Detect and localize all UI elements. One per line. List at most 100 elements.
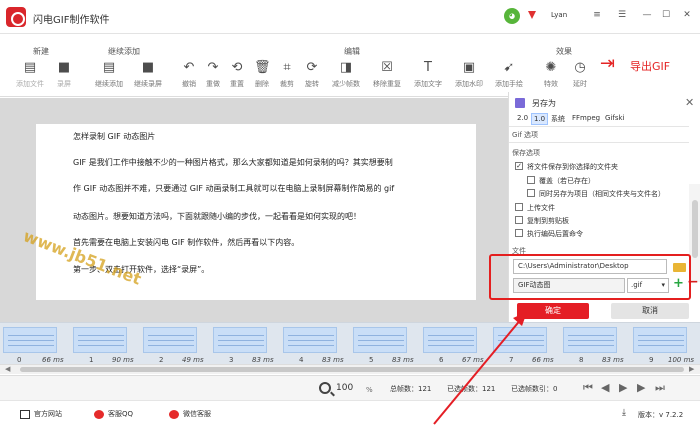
rotate-button[interactable]: ⟳ 旋转	[295, 60, 329, 89]
zoom-icon[interactable]	[319, 382, 331, 394]
scroll-right-icon[interactable]: ▶	[689, 365, 694, 373]
export-icon: ⇥	[600, 53, 616, 74]
dialog-close-icon[interactable]: ✕	[685, 96, 694, 109]
divider	[509, 126, 689, 127]
wechat-icon	[169, 409, 179, 419]
frame-scrollbar-thumb[interactable]	[20, 367, 684, 372]
frame-number: 0	[17, 356, 22, 364]
filename-input[interactable]: GIF动态图	[513, 278, 625, 293]
copy-clipboard-label: 复制到剪贴板	[527, 217, 569, 225]
reduce-frames-button[interactable]: ◨ 减少帧数	[329, 60, 363, 89]
tab-1-0[interactable]: 1.0	[531, 113, 549, 125]
app-title: 闪电GIF制作软件	[33, 15, 110, 26]
frame-number: 6	[439, 356, 444, 364]
last-frame-icon[interactable]: ⏭	[655, 381, 665, 395]
ok-button[interactable]: 确定	[517, 303, 589, 319]
frame-delay: 100 ms	[668, 356, 695, 364]
frame-number: 9	[649, 356, 654, 364]
extension-select[interactable]: .gif ▾	[627, 278, 669, 293]
tab-2-0[interactable]: 2.0	[517, 114, 528, 122]
frame-delay: 90 ms	[112, 356, 134, 364]
frame-thumbnail[interactable]	[633, 327, 687, 353]
delay-button[interactable]: ◷ 延时	[563, 60, 597, 89]
remove-icon[interactable]: −	[687, 275, 699, 289]
status-bar: 100 % 总帧数：121 已选帧数：121 已选帧数引：0 ⏮ ◀ ▶ ▶ ⏭	[0, 375, 700, 400]
prev-frame-icon[interactable]: ◀	[601, 381, 609, 394]
save-project-checkbox[interactable]	[527, 189, 535, 197]
tab-gifski[interactable]: Gifski	[605, 114, 624, 122]
first-frame-icon[interactable]: ⏮	[583, 381, 593, 395]
export-gif-button[interactable]: ⇥ 导出GIF	[600, 53, 684, 77]
toolbar: 新建 继续添加 编辑 效果 ▤ 添加文件 ■ 录屏 ▤ 继续添加 ■ 继续录屏 ↶ 撤销 …	[0, 35, 700, 97]
wechat-link[interactable]: 微信客服	[169, 409, 211, 419]
canvas-area[interactable]: 怎样录制 GIF 动态图片 GIF 是我们工作中接触不少的一种图片格式，那么大家…	[0, 98, 508, 322]
overwrite-label: 覆盖（若已存在）	[539, 177, 595, 185]
add-freehand-button[interactable]: ➹ 添加手绘	[492, 60, 526, 89]
dialog-title: 另存为	[532, 99, 556, 108]
frame-number: 5	[369, 356, 374, 364]
zoom-unit: %	[366, 386, 373, 394]
save-to-folder-checkbox[interactable]: ✓	[515, 162, 523, 170]
cancel-button[interactable]: 取消	[611, 303, 689, 319]
group-label-new: 新建	[33, 47, 49, 56]
title-bar: 闪电GIF制作软件 ◕ Lyan ≡ ☰ — ☐ ✕	[0, 0, 700, 34]
zoom-value[interactable]: 100	[336, 383, 353, 393]
continue-record-button[interactable]: ■ 继续录屏	[131, 60, 165, 89]
folder-icon[interactable]	[673, 263, 686, 272]
frame-thumbnail[interactable]	[143, 327, 197, 353]
minimize-icon[interactable]: —	[640, 8, 654, 22]
website-link[interactable]: 官方网站	[20, 409, 62, 419]
frame-thumbnail[interactable]	[353, 327, 407, 353]
frame-thumbnail[interactable]	[73, 327, 127, 353]
continue-add-button[interactable]: ▤ 继续添加	[92, 60, 126, 89]
frame-thumbnail[interactable]	[563, 327, 617, 353]
username: Lyan	[551, 11, 568, 19]
frame-thumbnail[interactable]	[283, 327, 337, 353]
gif-options-label[interactable]: Gif 选项	[512, 130, 538, 140]
avatar[interactable]: ◕	[504, 8, 520, 24]
frame-delay: 83 ms	[322, 356, 344, 364]
save-options-label: 保存选项	[512, 149, 540, 157]
copy-clipboard-checkbox[interactable]	[515, 216, 523, 224]
camera-icon: ■	[141, 60, 155, 75]
path-input[interactable]: C:\Users\Administrator\Desktop	[513, 259, 667, 274]
doc-line: 首先需要在电脑上安装闪电 GIF 制作软件，然后再看以下内容。	[73, 238, 300, 247]
maximize-icon[interactable]: ☐	[659, 8, 673, 22]
scroll-left-icon[interactable]: ◀	[5, 365, 10, 373]
remove-duplicates-button[interactable]: ☒ 移除重复	[370, 60, 404, 89]
footer: 官方网站 客服QQ 微信客服 ⤓ 版本：v 7.2.2	[0, 400, 700, 426]
add-watermark-button[interactable]: ▣ 添加水印	[452, 60, 486, 89]
frame-number: 1	[89, 356, 94, 364]
doc-line: 动态图片。想要知道方法吗，下面就跟随小编的步伐，一起看看是如何实现的吧！	[73, 212, 361, 221]
frame-thumbnail[interactable]	[213, 327, 267, 353]
frame-thumbnail[interactable]	[423, 327, 477, 353]
frame-delay: 67 ms	[462, 356, 484, 364]
user-area[interactable]: ◕ Lyan	[504, 8, 568, 24]
frame-number: 3	[229, 356, 234, 364]
frame-thumbnail[interactable]	[3, 327, 57, 353]
version-label: 版本：v 7.2.2	[638, 411, 684, 419]
dialog-scrollbar-thumb[interactable]	[692, 200, 698, 258]
play-icon[interactable]: ▶	[619, 381, 627, 394]
frame-scrollbar[interactable]: ◀ ▶	[0, 364, 700, 374]
close-icon[interactable]: ✕	[680, 8, 694, 22]
overwrite-checkbox[interactable]	[527, 176, 535, 184]
tab-system[interactable]: 系统	[551, 114, 565, 124]
record-button[interactable]: ■ 录屏	[47, 60, 81, 89]
skin-icon[interactable]: ≡	[590, 8, 604, 22]
download-icon[interactable]: ⤓	[622, 408, 626, 418]
add-icon[interactable]: +	[673, 277, 684, 290]
tab-ffmpeg[interactable]: FFmpeg	[572, 114, 600, 122]
add-file-button[interactable]: ▤ 添加文件	[13, 60, 47, 89]
save-to-folder-label: 将文件保存到你选择的文件夹	[527, 163, 618, 171]
run-command-checkbox[interactable]	[515, 229, 523, 237]
qq-link[interactable]: 客服QQ	[94, 409, 133, 419]
upload-checkbox[interactable]	[515, 203, 523, 211]
next-frame-icon[interactable]: ▶	[637, 381, 645, 394]
menu-icon[interactable]: ☰	[615, 8, 629, 22]
frame-number: 8	[579, 356, 584, 364]
frame-thumbnail[interactable]	[493, 327, 547, 353]
add-text-button[interactable]: T 添加文字	[411, 60, 445, 89]
frame-delay: 49 ms	[182, 356, 204, 364]
reduce-frames-icon: ◨	[339, 60, 353, 75]
